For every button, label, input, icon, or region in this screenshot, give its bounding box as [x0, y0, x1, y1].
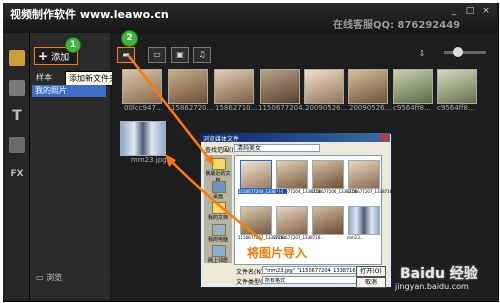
thumbnail-label: 15862710... [215, 104, 258, 112]
place-computer[interactable]: 我的电脑 [205, 236, 231, 243]
cancel-button[interactable]: 取消 [356, 277, 386, 288]
folder-icon[interactable]: ▬ [117, 47, 135, 63]
callout-2: 2 [121, 30, 138, 47]
thumbnail-label: 20090526... [305, 104, 348, 112]
import-annotation: 将图片导入 [247, 246, 308, 260]
file-thumbnail[interactable] [312, 160, 344, 189]
filename-input[interactable]: "mm23.jpg" "1150677204_1338716803.jpg" [262, 266, 362, 274]
media-thumbnail[interactable] [168, 69, 208, 104]
media-thumbnail[interactable] [214, 69, 254, 104]
thumbnail-label: 1150677204... [258, 104, 310, 112]
browse-label: 浏览 [46, 273, 63, 282]
thumbnail-label: 00lcc947... [124, 104, 163, 112]
open-button[interactable]: 打开(O) [356, 266, 386, 277]
dialog-title: 浏览媒体文件 [203, 136, 240, 143]
my-computer-icon[interactable] [212, 224, 226, 236]
look-in-label: 查找范围(I): [205, 147, 238, 154]
media-thumbnail[interactable] [393, 69, 433, 104]
desktop-icon[interactable] [212, 181, 226, 193]
recent-documents-icon[interactable] [212, 158, 226, 170]
place-network[interactable]: 网上邻居 [205, 257, 231, 264]
watermark-brand: Baidu 经验 [400, 266, 478, 282]
thumbnail-label: 20090526... [349, 104, 392, 112]
video-icon[interactable]: ▭ [148, 47, 166, 63]
thumbnail-label: mm23.jpg [131, 156, 167, 164]
file-thumbnail[interactable] [240, 206, 272, 235]
media-thumbnail[interactable] [348, 69, 388, 104]
media-thumbnail[interactable] [122, 69, 162, 104]
transition-icon[interactable] [9, 137, 25, 153]
network-icon[interactable] [212, 245, 226, 257]
file-name: 1150677207_1338716... [275, 235, 325, 240]
filename-label: 文件名(N): [236, 269, 266, 276]
media-thumbnail-selected[interactable] [120, 121, 166, 156]
media-icon[interactable] [9, 50, 25, 66]
plus-icon: + [38, 49, 49, 63]
media-thumbnail[interactable] [437, 69, 477, 104]
file-thumbnail[interactable] [276, 160, 308, 189]
minimize-button[interactable]: _ [448, 6, 460, 16]
file-thumbnail[interactable] [348, 206, 380, 235]
edit-icon[interactable] [9, 80, 25, 96]
sort-icon[interactable]: ⇩ [414, 47, 430, 61]
thumbnail-label: 15862720... [171, 104, 214, 112]
close-button[interactable]: × [480, 6, 492, 16]
media-thumbnail[interactable] [304, 69, 344, 104]
dialog-close-icon[interactable] [381, 134, 388, 141]
folder-item-my-photos[interactable]: 我的照片 [32, 85, 106, 97]
file-thumbnail[interactable] [240, 160, 272, 189]
watermark-url: jingyan.baidu.com [395, 282, 469, 291]
zoom-slider-knob[interactable] [453, 47, 463, 57]
callout-1: 1 [65, 37, 81, 53]
add-label: 添加 [51, 53, 70, 63]
browse-button[interactable]: ▭ 浏览 [36, 272, 62, 283]
app-title: 视频制作软件 www.leawo.cn [10, 8, 169, 21]
file-name: mm23... [347, 235, 364, 240]
file-thumbnail[interactable] [276, 206, 308, 235]
music-icon[interactable]: ♫ [193, 47, 211, 63]
place-documents[interactable]: 我的文档 [205, 214, 231, 221]
file-thumbnail[interactable] [348, 160, 380, 189]
zoom-slider[interactable] [444, 51, 486, 54]
thumbnail-label: c9564ff8... [437, 104, 475, 112]
folder-item-sample[interactable]: 样本 [36, 72, 52, 83]
image-icon[interactable]: ▣ [171, 47, 189, 63]
maximize-button[interactable]: □ [464, 6, 476, 16]
media-thumbnail[interactable] [260, 69, 300, 104]
my-documents-icon[interactable] [212, 202, 226, 214]
look-in-select[interactable]: 清纯美女 [234, 144, 320, 152]
text-icon[interactable]: T [9, 108, 25, 124]
file-name: 1150677207_1338716... [347, 189, 397, 194]
service-contact: 在线客服QQ: 876292449 [333, 20, 461, 31]
file-thumbnail[interactable] [312, 206, 344, 235]
fx-icon[interactable]: FX [9, 166, 25, 182]
place-desktop[interactable]: 桌面 [205, 193, 231, 200]
thumbnail-label: c9564ff8... [393, 104, 431, 112]
filetype-select[interactable]: 所有格式 [262, 276, 362, 284]
